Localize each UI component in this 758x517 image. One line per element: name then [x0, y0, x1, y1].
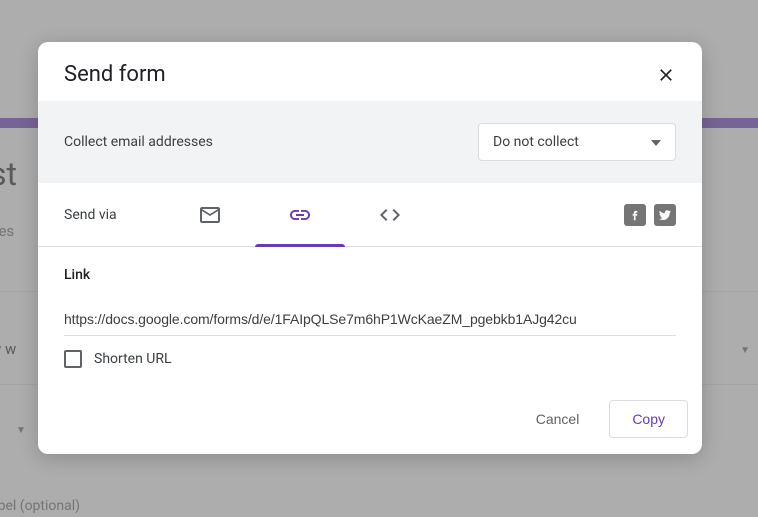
send-via-tabs: Send via [38, 183, 702, 247]
tab-embed[interactable] [345, 183, 435, 247]
send-form-dialog: Send form Collect email addresses Do not… [38, 42, 702, 454]
code-icon [378, 203, 402, 227]
link-url-input[interactable] [64, 307, 676, 336]
cancel-button[interactable]: Cancel [514, 400, 602, 438]
collect-email-selected: Do not collect [493, 134, 579, 150]
dialog-header: Send form [38, 42, 702, 101]
dialog-actions: Cancel Copy [38, 390, 702, 454]
tab-email[interactable] [165, 183, 255, 247]
collect-email-dropdown[interactable]: Do not collect [478, 123, 676, 161]
collect-email-label: Collect email addresses [64, 134, 213, 150]
link-section: Link Shorten URL [38, 247, 702, 390]
social-share [624, 204, 676, 226]
facebook-icon [628, 208, 642, 222]
shorten-url-checkbox[interactable] [64, 350, 82, 368]
link-title: Link [64, 267, 676, 283]
collect-email-section: Collect email addresses Do not collect [38, 101, 702, 183]
send-via-label: Send via [64, 207, 117, 223]
shorten-url-label: Shorten URL [94, 351, 172, 367]
share-facebook-button[interactable] [624, 204, 646, 226]
mail-icon [198, 203, 222, 227]
close-button[interactable] [656, 65, 676, 85]
tab-link[interactable] [255, 183, 345, 247]
caret-down-icon [651, 134, 661, 150]
close-icon [656, 65, 676, 85]
share-twitter-button[interactable] [654, 204, 676, 226]
dialog-title: Send form [64, 62, 166, 87]
twitter-icon [658, 208, 672, 222]
shorten-url-row: Shorten URL [64, 350, 676, 368]
link-icon [288, 203, 312, 227]
copy-button[interactable]: Copy [609, 400, 688, 438]
